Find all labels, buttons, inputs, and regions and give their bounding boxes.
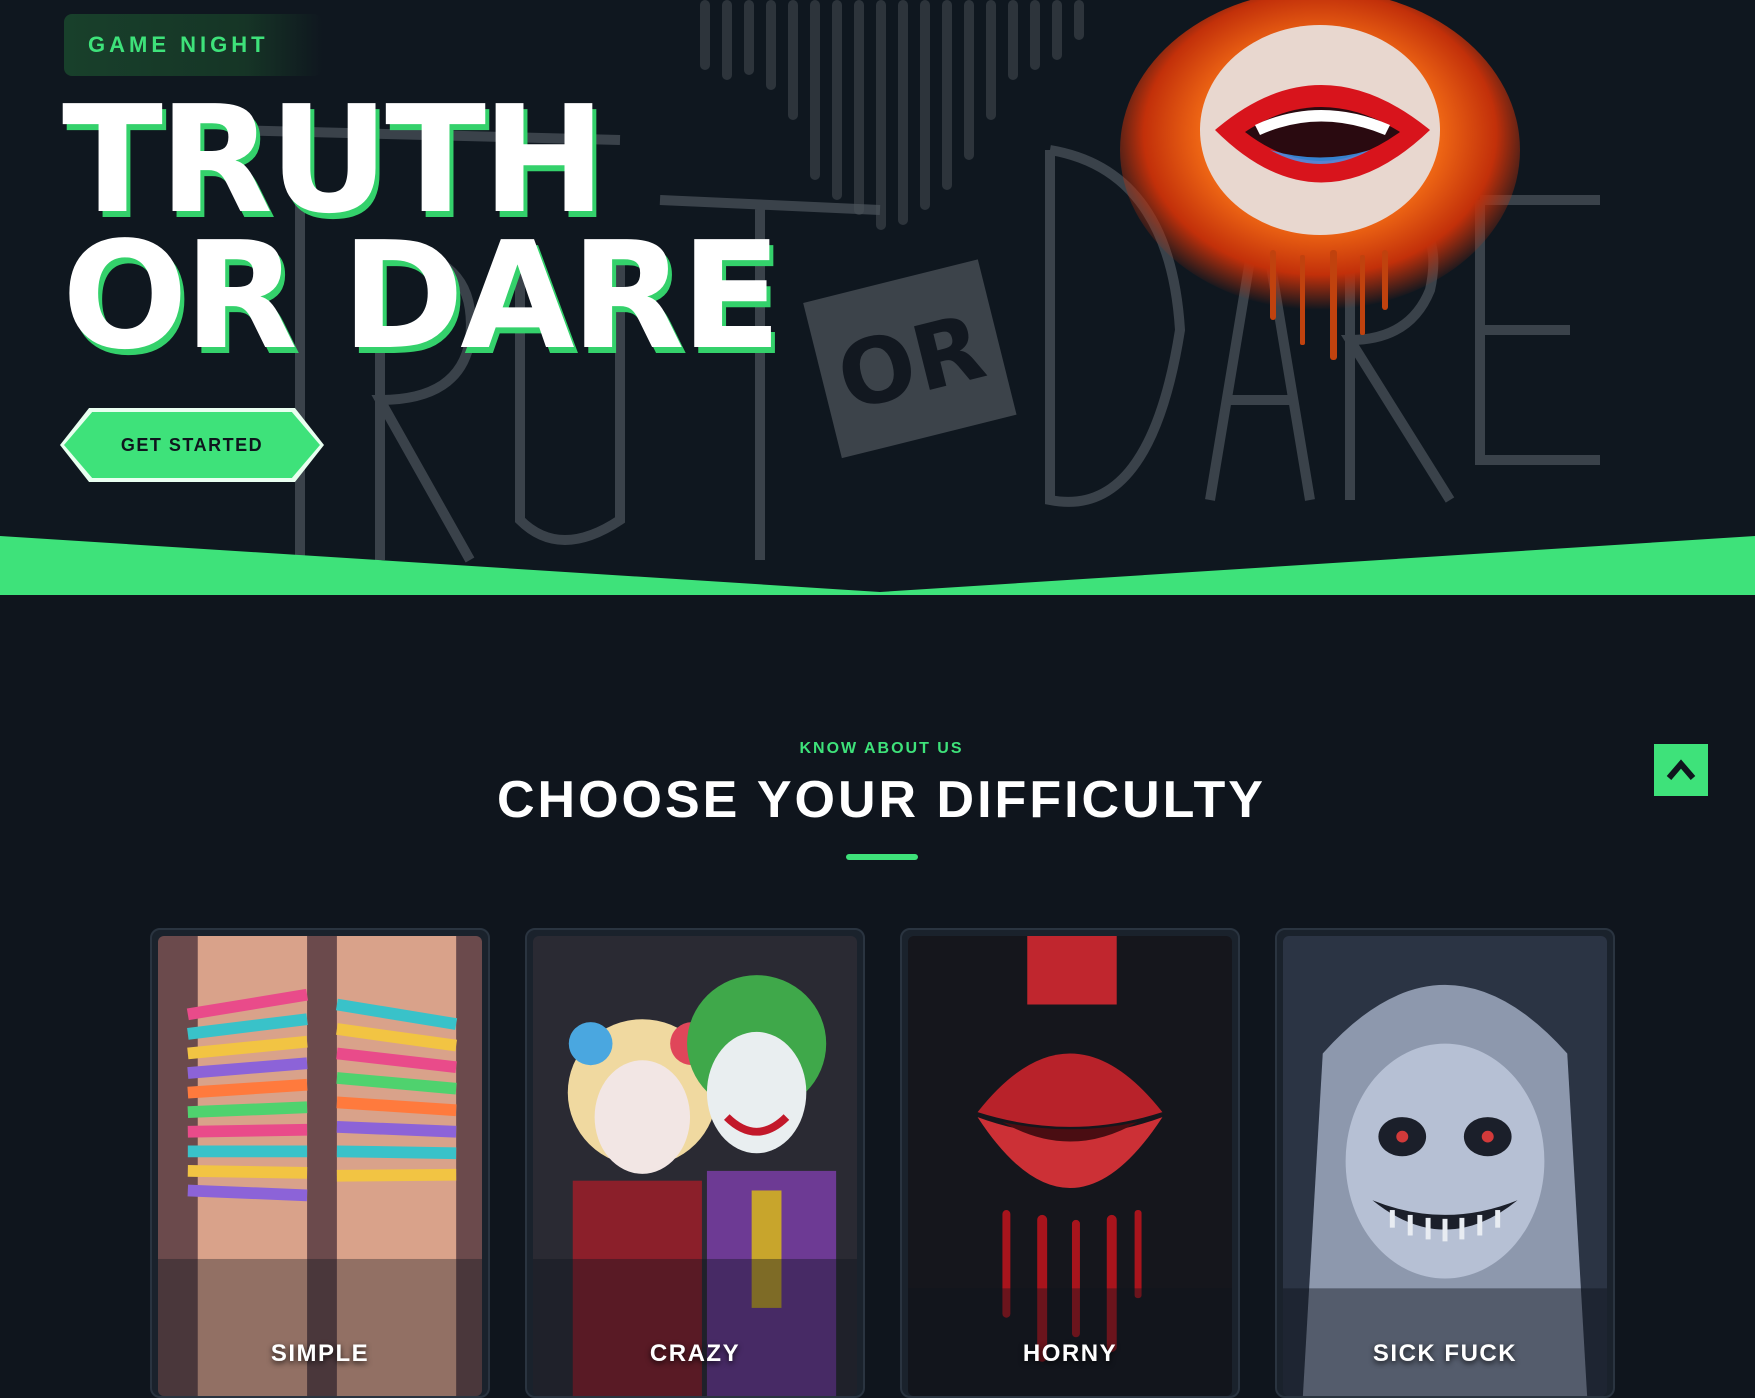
sick-fuck-card-image [1283, 936, 1607, 1396]
section-title: CHOOSE YOUR DIFFICULTY [497, 771, 1266, 829]
fiery-lips-image [1120, 0, 1520, 360]
card-label-crazy: CRAZY [649, 1340, 741, 1367]
difficulty-card-simple[interactable]: SIMPLE [150, 928, 490, 1398]
card-label-simple: SIMPLE [270, 1340, 370, 1367]
game-night-badge: GAME NIGHT [64, 14, 322, 76]
crazy-card-image [533, 936, 857, 1396]
hero-title-line-1: TRUTH [62, 74, 606, 246]
simple-card-image [158, 936, 482, 1396]
scroll-to-top-button[interactable] [1654, 744, 1708, 796]
card-label-horny: HORNY [1022, 1340, 1118, 1367]
difficulty-card-crazy[interactable]: CRAZY [525, 928, 865, 1398]
difficulty-card-sick-fuck[interactable]: SICK FUCK [1275, 928, 1615, 1398]
hero-section: OR GAME NIGHT TRUTH OR DARE GET STARTED [0, 0, 1755, 595]
card-label-sick-fuck: SICK FUCK [1372, 1340, 1518, 1367]
hero-title: TRUTH OR DARE [62, 74, 782, 382]
difficulty-card-horny[interactable]: HORNY [900, 928, 1240, 1398]
section-kicker: KNOW ABOUT US [799, 740, 964, 757]
get-started-button[interactable]: GET STARTED [64, 412, 320, 478]
hero-title-line-2: OR DARE [62, 210, 782, 382]
chevron-up-icon [1666, 759, 1696, 780]
title-underline [846, 854, 918, 860]
horny-card-image [908, 936, 1232, 1396]
